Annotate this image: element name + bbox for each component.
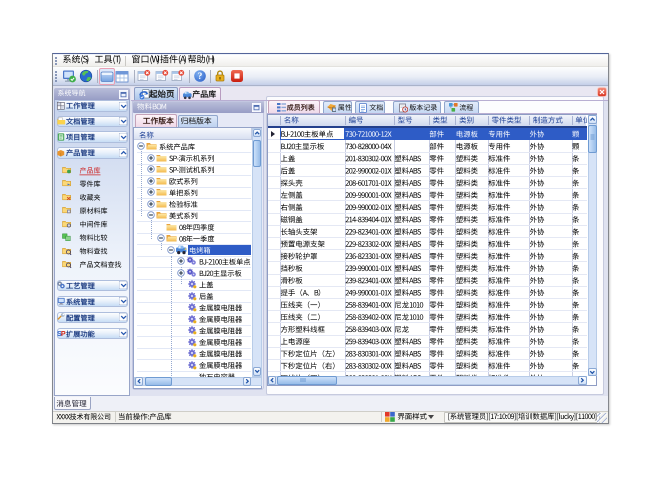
svg-text:?: ?: [197, 72, 202, 82]
svg-text:P: P: [61, 329, 66, 338]
